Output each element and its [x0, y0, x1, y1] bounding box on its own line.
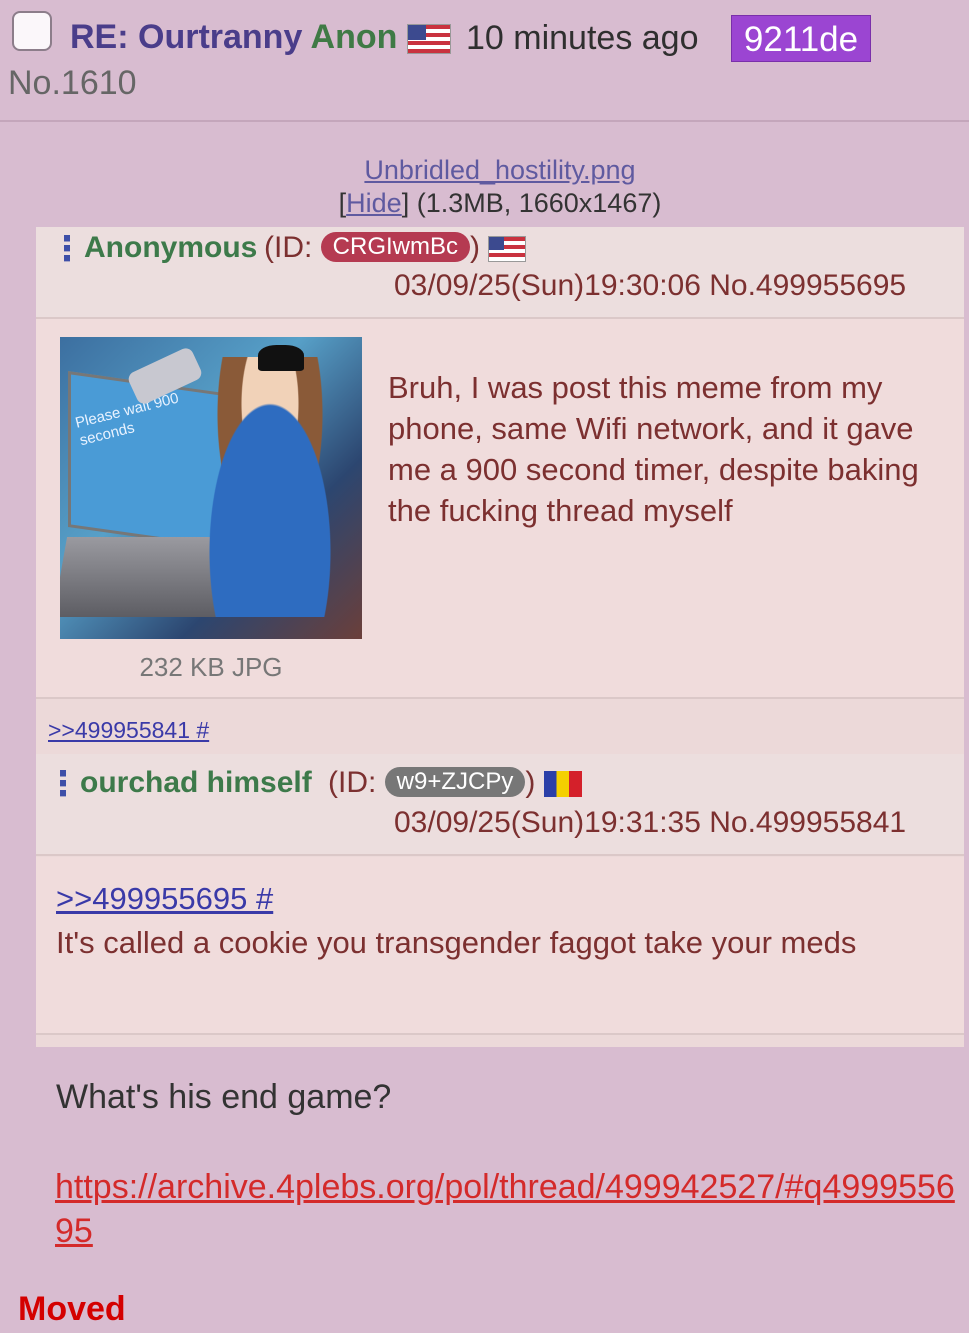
backlink: >>499955841 # — [48, 717, 210, 743]
id-prefix: (ID: — [328, 766, 377, 799]
post2-header: ⋮ ourchad himself (ID: w9+ZJCPy) 03/09/2… — [36, 754, 964, 856]
id-suffix: ) — [525, 766, 536, 799]
attachment-meta: [Hide] (1.3MB, 1660x1467) — [338, 188, 662, 218]
post2-quote-link: >>499955695 # — [56, 881, 274, 916]
hair-bow — [258, 345, 304, 371]
hide-image-link[interactable]: Hide — [346, 188, 402, 218]
post-subject-line: RE: Ourtranny Anon — [70, 18, 451, 57]
menu-dots-icon: ⋮ — [46, 765, 80, 803]
post-time: 10 minutes ago — [466, 19, 699, 57]
romania-flag-icon — [543, 771, 582, 798]
id-prefix: (ID: — [264, 231, 313, 264]
girl-figure — [190, 357, 350, 617]
post1-datetime: 03/09/25(Sun)19:30:06 No.499955695 — [394, 269, 907, 302]
poster-id-badge[interactable]: 9211de — [731, 15, 871, 62]
post1-name: Anonymous — [84, 231, 258, 264]
us-flag-icon — [406, 24, 451, 55]
post2-datetime: 03/09/25(Sun)19:31:35 No.499955841 — [394, 806, 907, 839]
post1-text: Bruh, I was post this meme from my phone… — [388, 370, 919, 528]
post1-id-wrap: (ID: CRGIwmBc) — [264, 231, 527, 265]
post-subject: RE: Ourtranny — [70, 18, 303, 56]
post2-id-wrap: (ID: w9+ZJCPy) — [328, 766, 582, 800]
thumb-caption: 232 KB JPG — [139, 652, 283, 682]
post2-name: ourchad himself — [80, 766, 312, 799]
moved-label: Moved — [18, 1290, 126, 1328]
menu-dots-icon: ⋮ — [50, 230, 84, 268]
attached-screenshot[interactable]: ⋮ Anonymous (ID: CRGIwmBc) 03/09/25(Sun)… — [36, 227, 964, 1047]
post-comment: What's his end game? — [56, 1078, 392, 1116]
archive-link[interactable]: https://archive.4plebs.org/pol/thread/49… — [55, 1165, 965, 1253]
poster-name: Anon — [310, 18, 398, 56]
post2-id-pill: w9+ZJCPy — [384, 767, 526, 797]
post1-thumbnail: Please wait 900 seconds — [60, 337, 362, 639]
post1-header: ⋮ Anonymous (ID: CRGIwmBc) 03/09/25(Sun)… — [36, 227, 964, 319]
post2-text: It's called a cookie you transgender fag… — [56, 925, 857, 960]
id-suffix: ) — [470, 231, 481, 264]
attachment-filename-link[interactable]: Unbridled_hostility.png — [0, 155, 969, 186]
post-header: RE: Ourtranny Anon 10 minutes ago 9211de… — [0, 0, 969, 122]
post1-id-pill: CRGIwmBc — [320, 232, 471, 262]
us-flag-icon — [488, 236, 527, 263]
post-number[interactable]: No.1610 — [8, 64, 137, 103]
select-checkbox[interactable] — [12, 11, 52, 51]
attachment-size: (1.3MB, 1660x1467) — [416, 188, 662, 218]
